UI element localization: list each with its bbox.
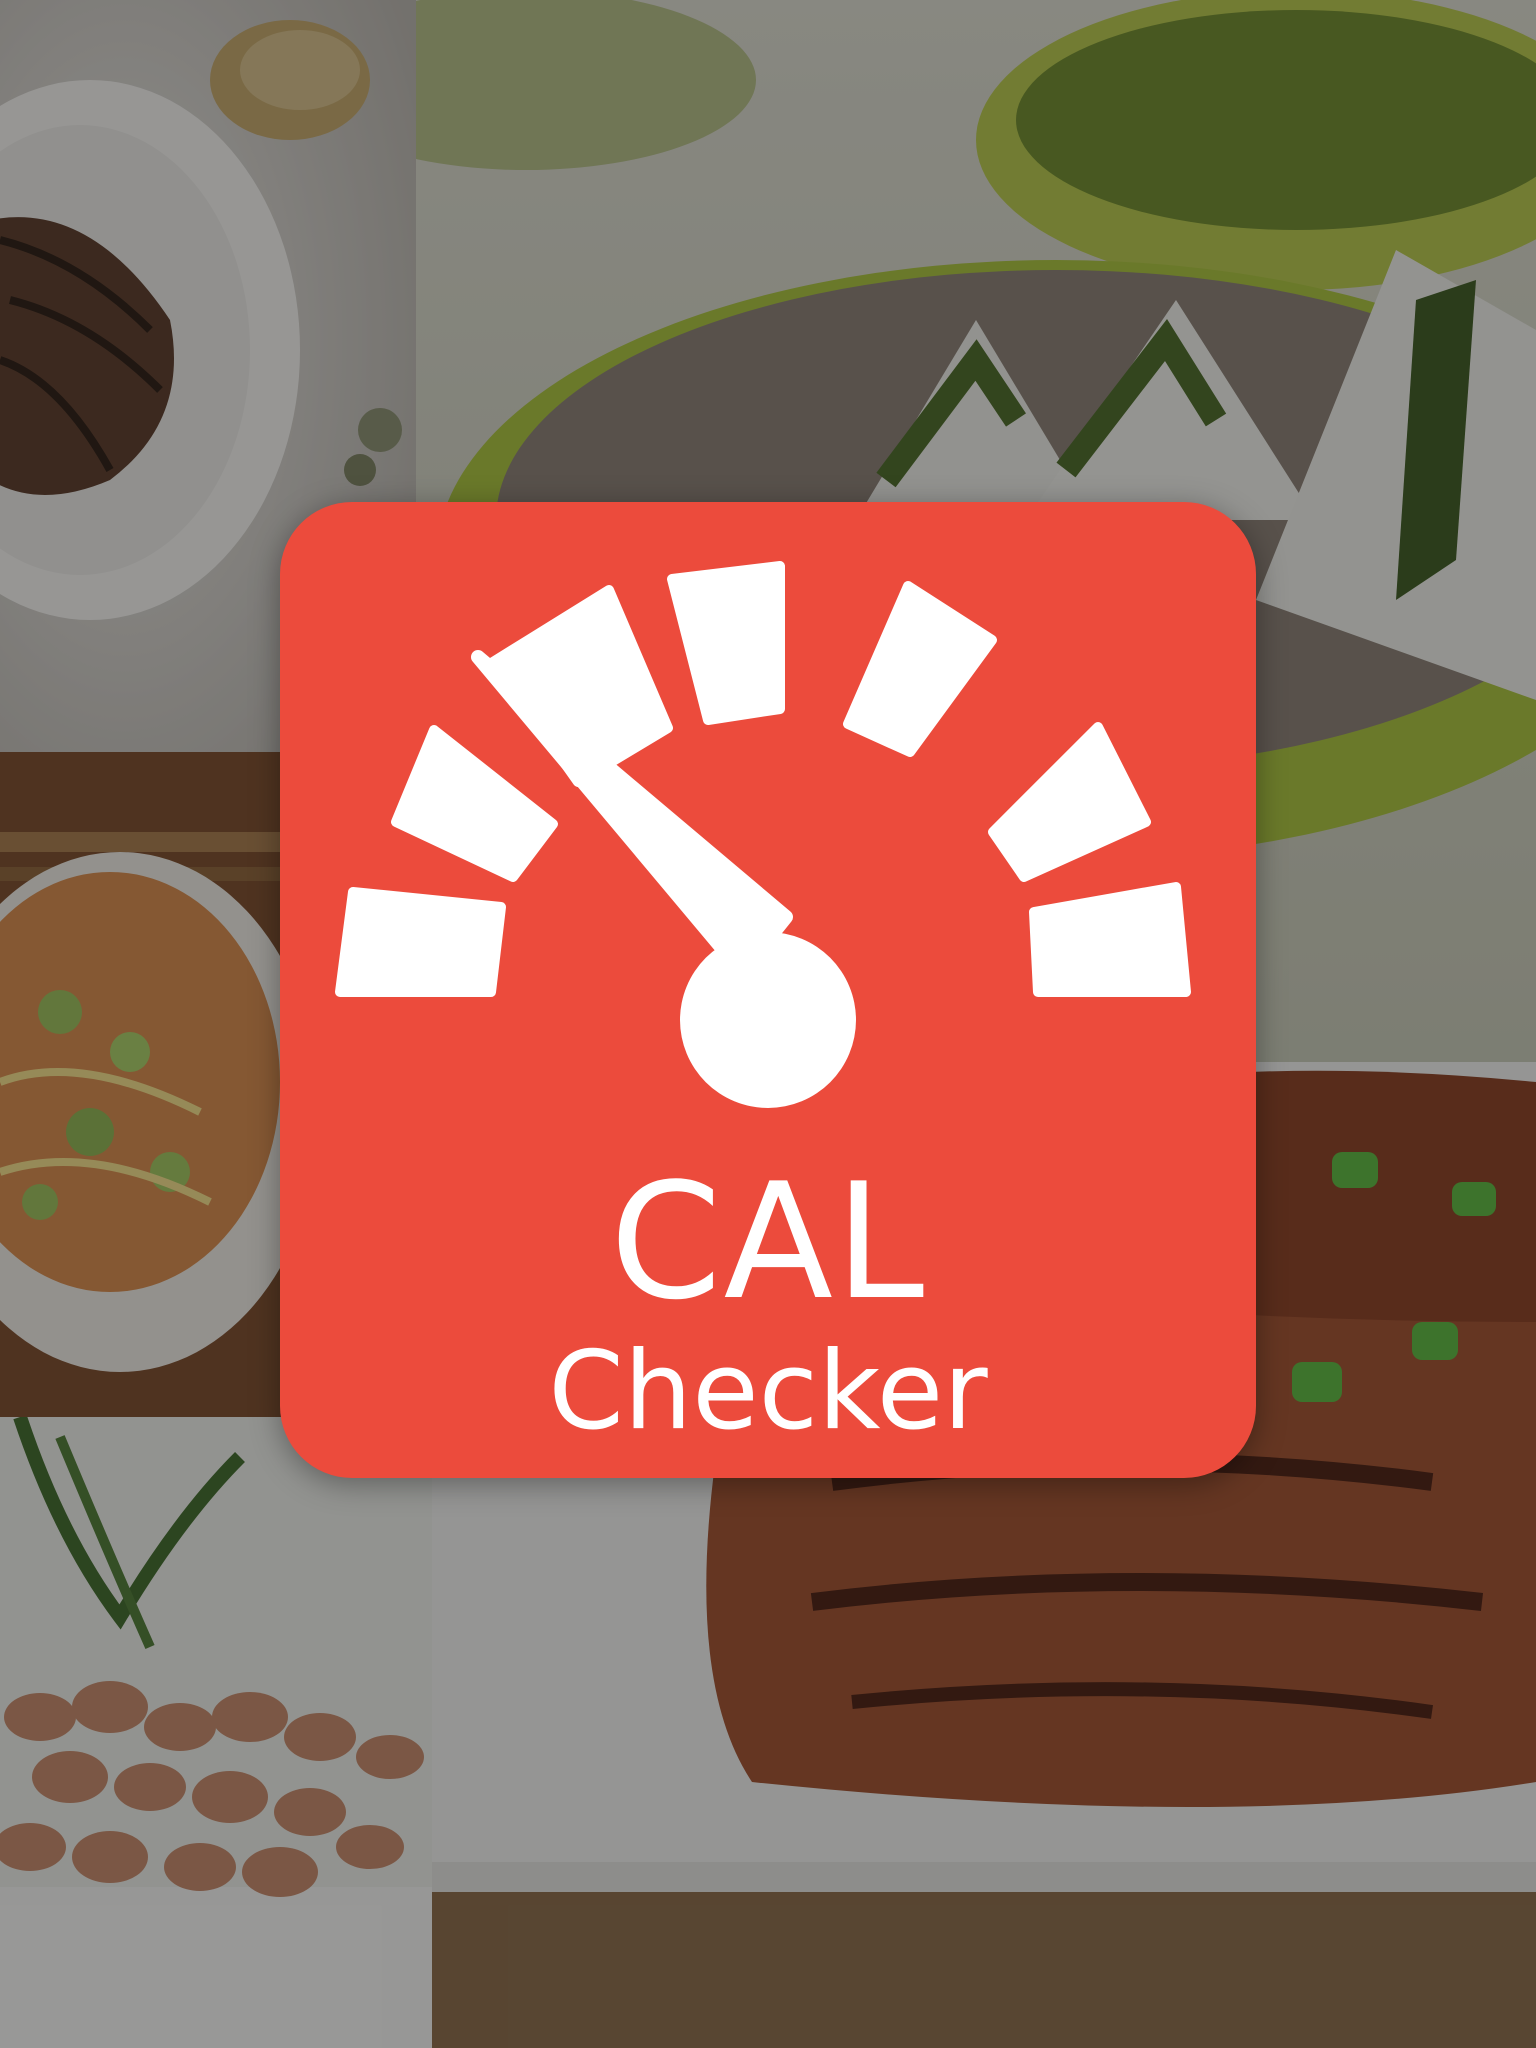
app-title-checker: Checker <box>548 1329 988 1454</box>
app-icon: CAL Checker <box>280 502 1256 1478</box>
app-title-cal: CAL <box>609 1148 927 1335</box>
splash-screen: CAL Checker <box>0 0 1536 2048</box>
gauge-segment-1 <box>335 887 506 997</box>
gauge-segment-4 <box>667 561 785 725</box>
gauge-segment-6 <box>988 722 1151 882</box>
gauge-segment-2 <box>391 725 558 882</box>
gauge-segment-7 <box>1029 882 1191 997</box>
speedometer-gauge-icon <box>335 561 1191 1108</box>
photo-fried-rice <box>0 752 284 1417</box>
photo-peanuts <box>0 1417 432 2048</box>
gauge-segment-5 <box>843 581 997 757</box>
